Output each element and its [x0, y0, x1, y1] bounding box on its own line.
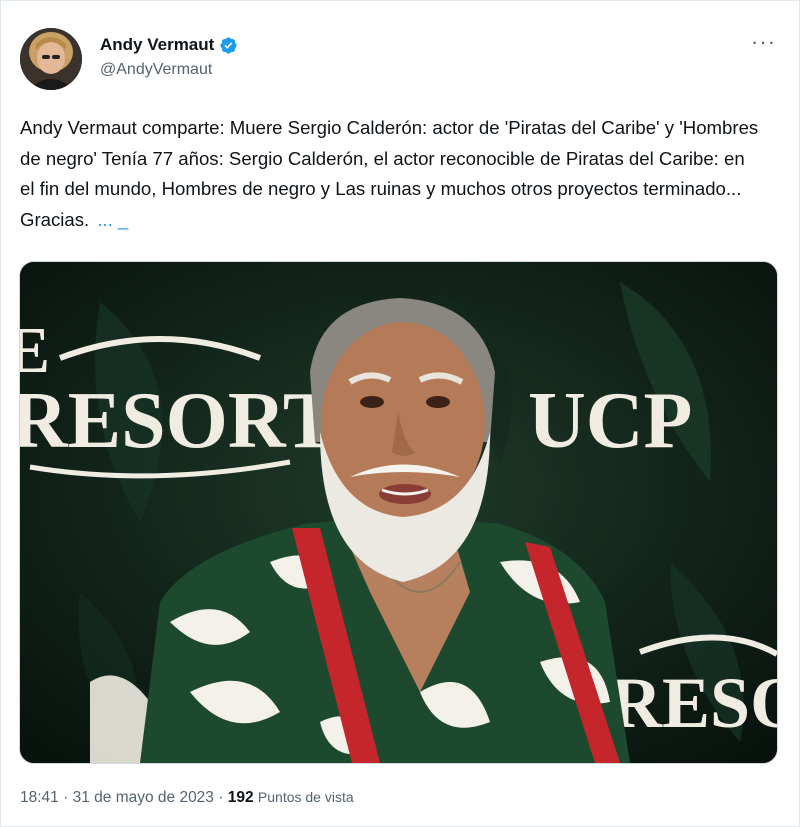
tweet-meta: 18:41 · 31 de mayo de 2023 · 192 Puntos …: [20, 789, 354, 807]
avatar[interactable]: [20, 28, 82, 90]
tweet-media-photo[interactable]: E RESORT UCP RESORT: [19, 261, 778, 764]
verified-badge-icon[interactable]: [219, 36, 238, 55]
photo-image: E RESORT UCP RESORT: [20, 262, 777, 763]
backdrop-logo-bottom: RESORT: [610, 663, 777, 743]
avatar-image: [20, 28, 82, 90]
meta-separator-2: ·: [218, 789, 224, 806]
views-count: 192: [227, 789, 254, 806]
author-handle[interactable]: @AndyVermaut: [100, 61, 238, 79]
backdrop-logo-right: UCP: [528, 377, 692, 465]
tweet-author: Andy Vermaut @AndyVermaut: [100, 34, 238, 79]
tweet-date[interactable]: 31 de mayo de 2023: [73, 789, 214, 806]
backdrop-logo-left: RESORT: [20, 377, 336, 465]
tweet-text: Andy Vermaut comparte: Muere Sergio Cald…: [20, 113, 760, 235]
tweet-body: Andy Vermaut comparte: Muere Sergio Cald…: [20, 117, 759, 230]
more-options-icon[interactable]: ···: [751, 31, 776, 53]
tweet-time[interactable]: 18:41: [20, 789, 59, 806]
show-more-link[interactable]: ... _: [97, 209, 128, 230]
views-label: Puntos de vista: [257, 789, 354, 805]
author-name[interactable]: Andy Vermaut: [100, 35, 214, 55]
author-name-row: Andy Vermaut: [100, 34, 238, 56]
meta-separator: ·: [63, 789, 69, 806]
